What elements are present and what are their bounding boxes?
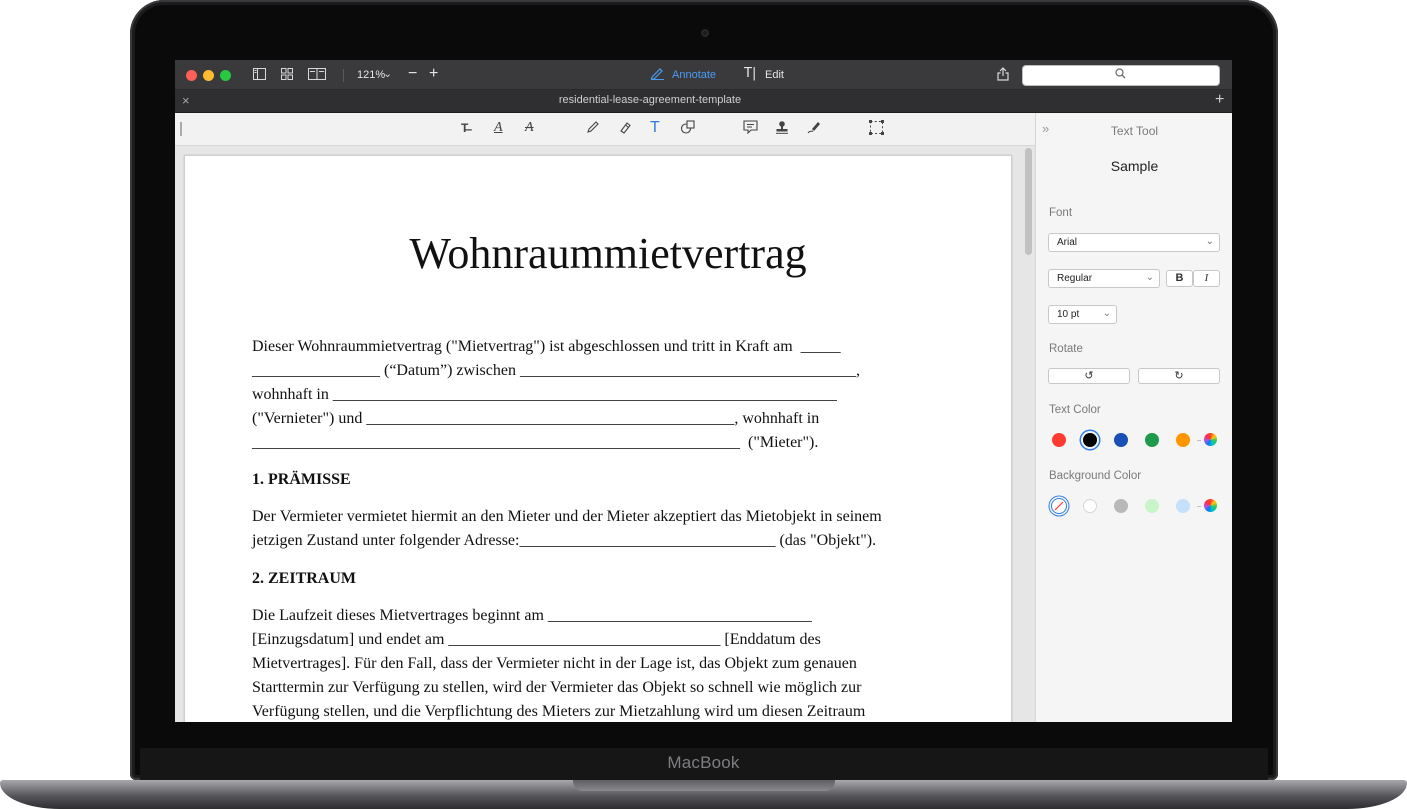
zoom-window-button[interactable]	[220, 70, 231, 81]
font-style-value: Regular	[1057, 273, 1093, 284]
text-color-red[interactable]	[1052, 433, 1066, 447]
intro-line: ________________________________________…	[252, 434, 819, 451]
rotate-right-button[interactable]: ↻	[1138, 368, 1220, 384]
toolbar-divider	[343, 69, 344, 82]
chevron-down-icon: ⌄	[1145, 272, 1154, 283]
shapes-icon[interactable]	[680, 120, 696, 137]
zoom-out-button[interactable]: −	[408, 66, 417, 82]
tab-bar: × residential-lease-agreement-template +	[175, 90, 1232, 113]
background-color-none-icon[interactable]	[1052, 499, 1066, 513]
search-icon	[1115, 68, 1126, 82]
bold-button[interactable]: B	[1166, 270, 1193, 287]
camera	[701, 29, 709, 37]
document-title: Wohnraummietvertrag	[409, 229, 807, 278]
text-color-orange[interactable]	[1176, 433, 1190, 447]
device-brand: MacBook	[667, 753, 740, 772]
section-line: jetzigen Zustand unter folgender Adresse…	[252, 532, 877, 549]
section-line: Verfügung stellen, und die Verpflichtung…	[252, 703, 866, 720]
underline-text-icon[interactable]: A	[494, 120, 503, 136]
font-sample: Sample	[1110, 158, 1159, 174]
intro-line: wohnhaft in ____________________________…	[252, 386, 837, 403]
annotation-toolbar: T̶ A A T	[175, 113, 1035, 146]
background-color-blue[interactable]	[1176, 499, 1190, 513]
section-line: Der Vermieter vermietet hiermit an den M…	[252, 508, 882, 525]
document-page: Wohnraummietvertrag Dieser Wohnraummietv…	[184, 155, 1012, 722]
strikethrough-text-icon[interactable]: A	[525, 120, 534, 136]
new-tab-button[interactable]: +	[1215, 91, 1224, 109]
rotate-label: Rotate	[1049, 343, 1083, 355]
chevron-down-icon: ⌄	[1102, 308, 1111, 319]
text-color-blue[interactable]	[1114, 433, 1128, 447]
chevron-down-icon: ⌄	[1205, 236, 1214, 247]
laptop-notch	[573, 780, 835, 791]
section-heading: 2. ZEITRAUM	[252, 570, 357, 587]
section-line: [Einzugsdatum] und endet am ____________…	[252, 631, 821, 648]
background-color-white[interactable]	[1083, 499, 1097, 513]
document-viewport[interactable]: Wohnraummietvertrag Dieser Wohnraummietv…	[175, 146, 1035, 722]
text-tool-icon[interactable]: T	[650, 120, 660, 136]
tab-document[interactable]: residential-lease-agreement-template	[175, 94, 1125, 106]
edit-text-icon[interactable]: T|	[744, 66, 756, 81]
signature-pen-icon[interactable]	[807, 120, 822, 137]
rotate-cw-icon: ↻	[1174, 370, 1184, 382]
intro-line: Dieser Wohnraummietvertrag ("Mietvertrag…	[252, 338, 841, 355]
selection-icon[interactable]	[869, 120, 884, 138]
background-color-label: Background Color	[1049, 470, 1142, 482]
search-input[interactable]	[1022, 65, 1220, 86]
background-color-picker-icon[interactable]	[1204, 499, 1217, 512]
rotate-left-button[interactable]: ↺	[1048, 368, 1130, 384]
pencil-icon[interactable]	[586, 120, 600, 137]
text-color-black[interactable]	[1083, 433, 1097, 447]
text-tool-inspector: » Text Tool Sample Font Arial ⌄ Regular …	[1035, 113, 1232, 722]
zoom-level[interactable]: 121%	[357, 69, 385, 81]
text-color-green[interactable]	[1145, 433, 1159, 447]
title-bar: 121% ⌄ − + Annotate T| Edit	[175, 60, 1232, 90]
intro-line: ________________ (“Datum”) zwischen ____…	[252, 362, 860, 379]
section-line: Mietvertrages]. Für den Fall, dass der V…	[252, 655, 857, 672]
section-line: Die Laufzeit dieses Mietvertrages beginn…	[252, 607, 812, 624]
rotate-ccw-icon: ↺	[1084, 370, 1094, 382]
app-window: 121% ⌄ − + Annotate T| Edit × residentia…	[175, 60, 1232, 722]
highlight-text-icon[interactable]: T̶	[461, 120, 468, 136]
note-icon[interactable]	[743, 120, 758, 137]
background-color-gray[interactable]	[1114, 499, 1128, 513]
stamp-icon[interactable]	[775, 120, 789, 137]
annotate-mode-button[interactable]: Annotate	[672, 69, 716, 81]
minimize-window-button[interactable]	[203, 70, 214, 81]
chevron-down-icon[interactable]: ⌄	[383, 67, 392, 80]
italic-button[interactable]: I	[1193, 270, 1220, 287]
zoom-in-button[interactable]: +	[429, 66, 438, 82]
two-page-view-icon[interactable]	[308, 68, 326, 83]
intro-line: ("Vernieter") und ______________________…	[252, 410, 820, 427]
close-window-button[interactable]	[186, 70, 197, 81]
edit-mode-button[interactable]: Edit	[765, 69, 784, 81]
inspector-title: Text Tool	[1110, 124, 1159, 138]
background-color-green[interactable]	[1145, 499, 1159, 513]
font-size-value: 10 pt	[1057, 309, 1080, 320]
sidebar-view-icon[interactable]	[253, 68, 266, 83]
text-color-label: Text Color	[1049, 404, 1101, 416]
font-family-select[interactable]: Arial ⌄	[1048, 233, 1220, 252]
vertical-scrollbar[interactable]	[1025, 148, 1032, 255]
section-heading: 1. PRÄMISSE	[252, 471, 351, 488]
color-divider	[1197, 506, 1201, 507]
text-color-picker-icon[interactable]	[1204, 433, 1217, 446]
thumbnails-view-icon[interactable]	[281, 68, 293, 83]
annotate-mode-icon[interactable]	[650, 66, 665, 83]
font-family-value: Arial	[1057, 237, 1078, 248]
share-icon[interactable]	[997, 67, 1009, 84]
section-line: Starttermin zur Verfügung zu stellen, wi…	[252, 679, 862, 696]
eraser-icon[interactable]	[618, 120, 632, 137]
font-label: Font	[1049, 207, 1073, 219]
font-style-select[interactable]: Regular ⌄	[1048, 269, 1160, 288]
color-divider	[1197, 440, 1201, 441]
font-size-select[interactable]: 10 pt ⌄	[1048, 305, 1117, 324]
toolbar-grip[interactable]	[180, 122, 182, 136]
